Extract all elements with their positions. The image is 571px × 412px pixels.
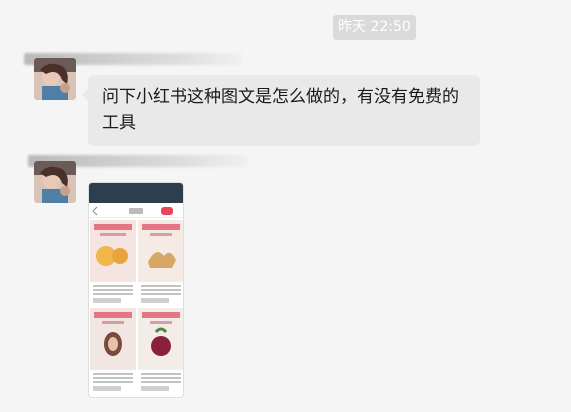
message-text: 问下小红书这种图文是怎么做的，有没有免费的工具 xyxy=(102,87,459,133)
card-art-icon xyxy=(94,312,132,356)
message-timestamp: 昨天 22:50 xyxy=(333,15,416,40)
avatar-image-icon xyxy=(34,58,76,100)
message-bubble-text[interactable]: 问下小红书这种图文是怎么做的，有没有免费的工具 xyxy=(82,75,480,146)
image-card xyxy=(90,308,136,394)
message-image[interactable] xyxy=(88,182,184,398)
card-art-icon xyxy=(94,224,132,266)
card-art-icon xyxy=(142,224,180,268)
chat-window: 昨天 22:50 问下小红书这种图文是怎么做的，有没有免费的工具 xyxy=(0,0,571,412)
avatar-image-icon xyxy=(34,161,76,203)
image-card xyxy=(138,308,183,394)
nav-icons-icon xyxy=(92,206,173,216)
image-nav-bar xyxy=(89,203,183,218)
image-card xyxy=(90,220,136,306)
image-status-bar xyxy=(89,183,183,203)
sender-avatar[interactable] xyxy=(34,58,76,100)
image-card xyxy=(138,220,183,306)
sender-avatar[interactable] xyxy=(34,161,76,203)
card-art-icon xyxy=(142,312,180,356)
image-grid xyxy=(89,218,183,396)
